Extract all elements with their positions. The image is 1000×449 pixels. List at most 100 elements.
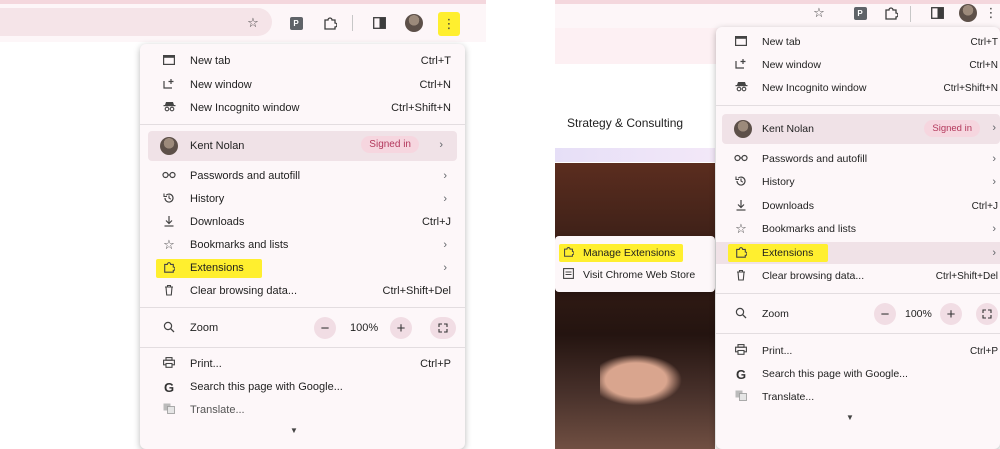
menu-separator	[716, 105, 1000, 106]
menu-label: New tab	[762, 36, 801, 48]
menu-item-search-page[interactable]: G Search this page with Google...	[716, 363, 1000, 385]
toolbar-divider	[910, 6, 911, 22]
chevron-right-icon: ›	[439, 139, 443, 151]
fullscreen-button[interactable]	[976, 303, 998, 325]
menu-item-downloads[interactable]: Downloads Ctrl+J	[140, 211, 465, 233]
menu-item-profile[interactable]: Kent Nolan Signed in ›	[722, 114, 1000, 144]
menu-label: Print...	[190, 358, 222, 370]
menu-item-clear-browsing[interactable]: Clear browsing data... Ctrl+Shift+Del	[140, 280, 465, 302]
menu-item-clear-browsing[interactable]: Clear browsing data... Ctrl+Shift+Del	[716, 265, 1000, 287]
menu-item-new-incognito[interactable]: New Incognito window Ctrl+Shift+N	[716, 77, 1000, 99]
menu-item-profile[interactable]: Kent Nolan Signed in ›	[148, 131, 457, 161]
menu-item-search-page[interactable]: G Search this page with Google...	[140, 376, 465, 398]
zoom-in-button[interactable]: +	[940, 303, 962, 325]
menu-item-bookmarks[interactable]: ☆ Bookmarks and lists ›	[140, 234, 465, 256]
chrome-menu-kebab-icon[interactable]: ⋮	[438, 12, 460, 36]
menu-label: Passwords and autofill	[190, 170, 301, 182]
menu-item-bookmarks[interactable]: ☆ Bookmarks and lists ›	[716, 218, 1000, 240]
menu-shortcut: Ctrl+P	[969, 345, 998, 357]
submenu-item-web-store[interactable]: Visit Chrome Web Store	[555, 265, 715, 285]
fullscreen-button[interactable]	[430, 317, 456, 339]
download-icon	[734, 199, 748, 214]
menu-label: Zoom	[762, 308, 789, 320]
profile-extension-icon[interactable]: P	[287, 14, 305, 32]
menu-item-zoom: Zoom − 100% +	[140, 316, 465, 340]
menu-shortcut: Ctrl+Shift+Del	[382, 285, 451, 297]
zoom-in-button[interactable]: +	[390, 317, 412, 339]
print-icon	[734, 344, 748, 358]
menu-label: Clear browsing data...	[762, 270, 865, 282]
menu-shortcut: Ctrl+T	[970, 36, 999, 48]
extensions-puzzle-icon	[734, 246, 748, 261]
menu-item-new-incognito[interactable]: New Incognito window Ctrl+Shift+N	[140, 97, 465, 119]
menu-item-passwords[interactable]: Passwords and autofill ›	[716, 148, 1000, 170]
submenu-item-manage-extensions[interactable]: Manage Extensions	[555, 243, 715, 263]
side-panel-icon[interactable]	[928, 4, 946, 22]
right-screenshot: ☆ P ⋮ Strategy & Consulting Manage Exten…	[555, 0, 1000, 449]
chevron-right-icon: ›	[992, 223, 996, 235]
chrome-main-menu: New tab Ctrl+T New window Ctrl+N New Inc…	[716, 27, 1000, 449]
profile-name: Kent Nolan	[762, 123, 814, 135]
menu-item-new-window[interactable]: New window Ctrl+N	[716, 54, 1000, 76]
extensions-puzzle-icon	[162, 261, 176, 276]
menu-label: New window	[190, 79, 252, 91]
menu-item-extensions[interactable]: Extensions ›	[140, 257, 465, 279]
menu-item-translate[interactable]: Translate...	[716, 386, 1000, 408]
extensions-puzzle-icon[interactable]	[882, 4, 900, 22]
new-window-icon	[734, 58, 748, 72]
toolbar-divider	[352, 15, 353, 31]
scroll-down-arrow-icon[interactable]: ▼	[846, 413, 854, 422]
chevron-right-icon: ›	[992, 153, 996, 165]
menu-item-translate[interactable]: Translate...	[140, 399, 465, 421]
menu-shortcut: Ctrl+Shift+Del	[935, 270, 998, 282]
menu-item-history[interactable]: History ›	[140, 188, 465, 210]
key-icon	[734, 153, 748, 165]
incognito-icon	[734, 81, 748, 95]
menu-shortcut: Ctrl+N	[419, 79, 451, 91]
menu-shortcut: Ctrl+Shift+N	[391, 102, 451, 114]
menu-item-passwords[interactable]: Passwords and autofill ›	[140, 165, 465, 187]
profile-avatar[interactable]	[959, 4, 977, 22]
signed-in-badge: Signed in	[924, 120, 980, 137]
menu-shortcut: Ctrl+T	[420, 55, 451, 67]
bookmark-star-icon[interactable]: ☆	[244, 14, 262, 32]
menu-label: Downloads	[190, 216, 245, 228]
page-heading: Strategy & Consulting	[567, 116, 684, 130]
side-panel-icon[interactable]	[370, 14, 388, 32]
menu-item-extensions[interactable]: Extensions ›	[716, 242, 1000, 264]
incognito-icon	[162, 101, 176, 115]
menu-item-history[interactable]: History ›	[716, 171, 1000, 193]
zoom-magnifier-icon	[162, 321, 176, 336]
profile-extension-icon[interactable]: P	[851, 4, 869, 22]
scroll-down-arrow-icon[interactable]: ▼	[290, 426, 298, 435]
menu-item-print[interactable]: Print... Ctrl+P	[716, 340, 1000, 362]
menu-label: New window	[762, 59, 821, 71]
trash-icon	[734, 269, 748, 284]
profile-avatar[interactable]	[405, 14, 423, 32]
menu-item-print[interactable]: Print... Ctrl+P	[140, 353, 465, 375]
left-screenshot: ☆ P ⋮ New tab Ctrl+T New window Ctrl+N N…	[0, 0, 486, 449]
submenu-label: Visit Chrome Web Store	[583, 269, 696, 281]
extension-badge: P	[853, 6, 867, 20]
extensions-puzzle-icon[interactable]	[321, 14, 339, 32]
new-tab-icon	[162, 54, 176, 68]
bookmark-star-icon[interactable]: ☆	[810, 4, 828, 22]
menu-label: Search this page with Google...	[762, 368, 908, 380]
zoom-out-button[interactable]: −	[874, 303, 896, 325]
menu-item-new-tab[interactable]: New tab Ctrl+T	[716, 31, 1000, 53]
zoom-out-button[interactable]: −	[314, 317, 336, 339]
trash-icon	[162, 284, 176, 299]
profile-avatar-icon	[734, 120, 752, 138]
menu-item-new-tab[interactable]: New tab Ctrl+T	[140, 50, 465, 72]
download-icon	[162, 215, 176, 230]
profile-avatar-icon	[160, 137, 178, 155]
menu-item-downloads[interactable]: Downloads Ctrl+J	[716, 195, 1000, 217]
menu-label: New tab	[190, 55, 231, 67]
chevron-right-icon: ›	[992, 122, 996, 134]
menu-label: New Incognito window	[190, 102, 300, 114]
menu-item-new-window[interactable]: New window Ctrl+N	[140, 74, 465, 96]
chrome-menu-kebab-icon[interactable]: ⋮	[985, 4, 998, 22]
omnibox[interactable]	[0, 8, 272, 36]
web-store-icon	[561, 268, 575, 282]
menu-shortcut: Ctrl+J	[971, 200, 998, 212]
